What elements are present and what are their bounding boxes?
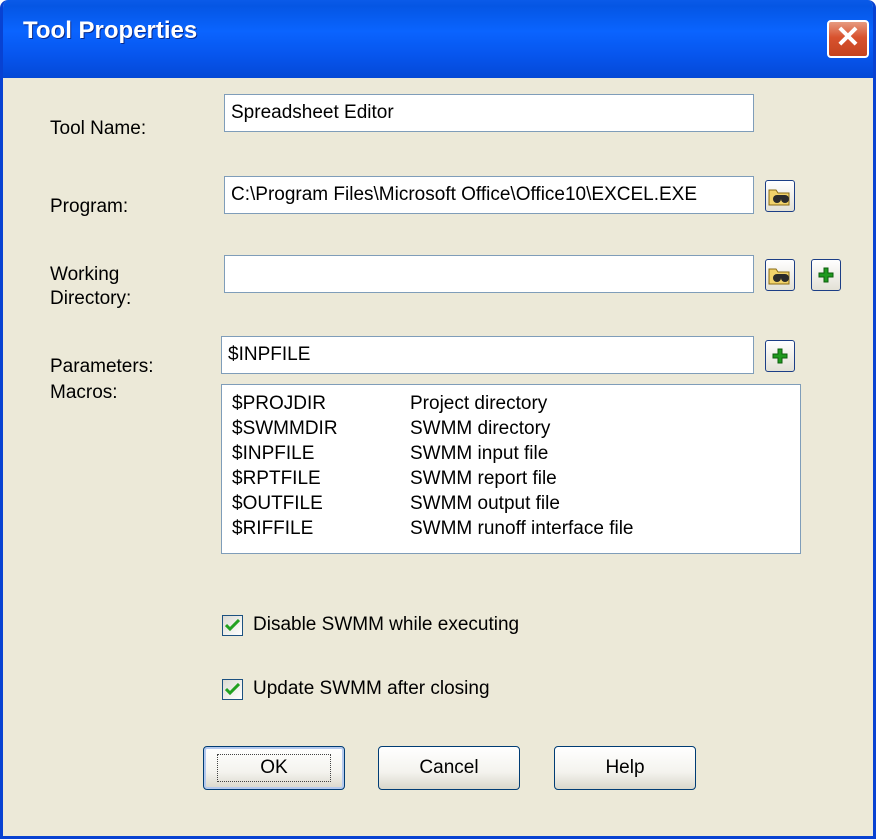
update-swmm-label: Update SWMM after closing (253, 678, 490, 699)
macro-name: $PROJDIR (232, 393, 326, 414)
list-item[interactable]: $INPFILE SWMM input file (232, 441, 800, 466)
program-input[interactable]: C:\Program Files\Microsoft Office\Office… (224, 176, 754, 214)
browse-program-button[interactable] (765, 180, 795, 212)
checkmark-icon (225, 618, 240, 631)
macro-name: $RPTFILE (232, 468, 321, 489)
update-swmm-checkbox[interactable] (222, 678, 243, 700)
close-button[interactable]: ✕ (827, 20, 869, 58)
close-icon: ✕ (835, 21, 861, 54)
add-macro-directory-button[interactable] (811, 259, 841, 291)
dialog-title: Tool Properties (23, 17, 198, 44)
binoculars-folder-icon (768, 189, 790, 206)
macro-description: SWMM output file (410, 493, 560, 514)
green-plus-icon (772, 348, 788, 364)
macro-name: $INPFILE (232, 443, 315, 464)
macro-name: $RIFFILE (232, 518, 314, 539)
tool-properties-dialog: Tool Properties ✕ Tool Name: Spreadsheet… (0, 0, 876, 839)
macro-name: $SWMMDIR (232, 418, 338, 439)
parameters-label: Parameters: (50, 356, 154, 377)
working-directory-label-line2: Directory: (50, 288, 132, 309)
working-directory-input[interactable] (224, 255, 754, 293)
macros-list[interactable]: $PROJDIR Project directory $SWMMDIR SWMM… (221, 384, 801, 554)
title-bar[interactable]: Tool Properties ✕ (3, 0, 873, 78)
macro-description: SWMM runoff interface file (410, 518, 634, 539)
disable-swmm-checkbox[interactable] (222, 614, 243, 636)
help-button[interactable]: Help (554, 746, 696, 790)
checkmark-icon (225, 682, 240, 695)
disable-swmm-option[interactable]: Disable SWMM while executing (222, 614, 519, 636)
green-plus-icon (818, 267, 834, 283)
macro-name: $OUTFILE (232, 493, 323, 514)
ok-button[interactable]: OK (203, 746, 345, 790)
list-item[interactable]: $OUTFILE SWMM output file (232, 491, 800, 516)
list-item[interactable]: $SWMMDIR SWMM directory (232, 416, 800, 441)
program-label: Program: (50, 196, 129, 217)
working-directory-label-line1: Working (50, 264, 120, 285)
parameters-input[interactable]: $INPFILE (221, 336, 754, 374)
browse-directory-button[interactable] (765, 259, 795, 291)
macro-description: SWMM input file (410, 443, 549, 464)
cancel-button-label: Cancel (419, 757, 479, 778)
macro-description: Project directory (410, 393, 548, 414)
tool-name-input[interactable]: Spreadsheet Editor (224, 94, 754, 132)
add-macro-parameters-button[interactable] (765, 340, 795, 372)
cancel-button[interactable]: Cancel (378, 746, 520, 790)
binoculars-folder-icon (768, 268, 790, 285)
tool-name-label: Tool Name: (50, 118, 147, 139)
list-item[interactable]: $PROJDIR Project directory (232, 391, 800, 416)
update-swmm-option[interactable]: Update SWMM after closing (222, 678, 490, 700)
help-button-label: Help (605, 757, 645, 778)
macros-label: Macros: (50, 382, 118, 403)
macro-description: SWMM report file (410, 468, 557, 489)
macro-description: SWMM directory (410, 418, 551, 439)
list-item[interactable]: $RPTFILE SWMM report file (232, 466, 800, 491)
disable-swmm-label: Disable SWMM while executing (253, 614, 520, 635)
list-item[interactable]: $RIFFILE SWMM runoff interface file (232, 516, 800, 541)
ok-button-label: OK (217, 754, 331, 782)
